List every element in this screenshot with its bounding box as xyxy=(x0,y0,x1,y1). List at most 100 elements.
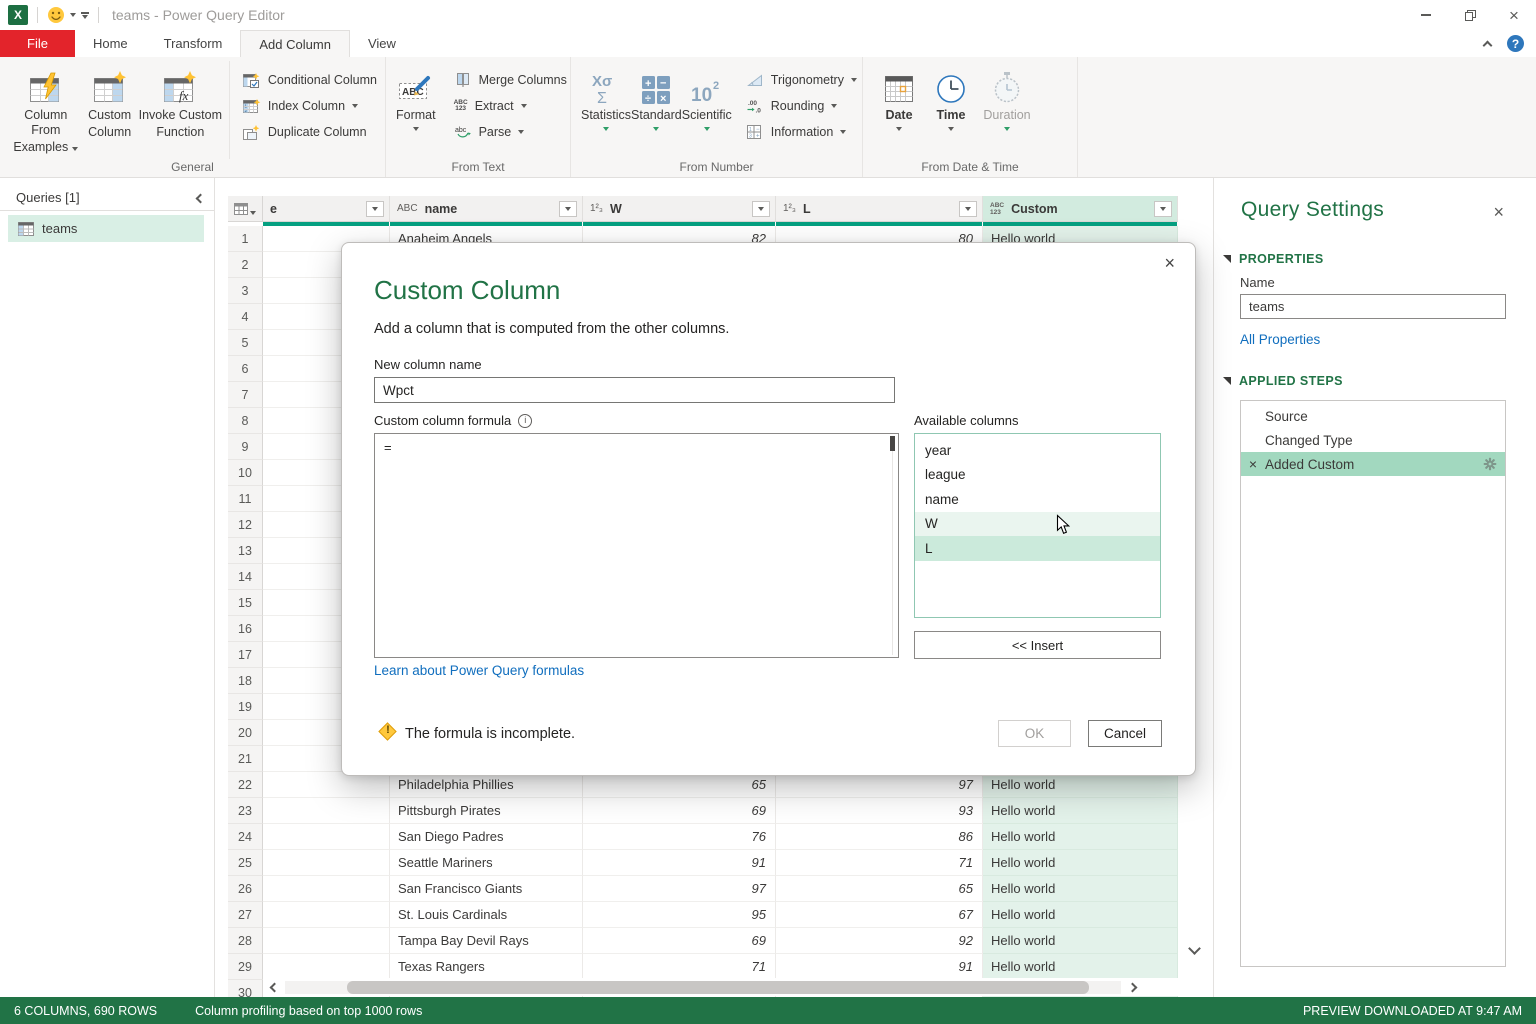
row-number[interactable]: 26 xyxy=(228,876,263,902)
collapse-pane-icon[interactable] xyxy=(197,190,204,205)
merge-columns-button[interactable]: Merge Columns xyxy=(450,67,571,93)
help-icon[interactable]: ? xyxy=(1507,35,1524,52)
cell-league[interactable] xyxy=(263,902,390,928)
information-button[interactable]: 1−3+ Information xyxy=(742,119,861,145)
new-column-name-input[interactable] xyxy=(374,377,895,403)
cell-name[interactable]: Seattle Mariners xyxy=(390,850,583,876)
tab-file[interactable]: File xyxy=(0,30,75,57)
row-number[interactable]: 22 xyxy=(228,772,263,798)
extract-button[interactable]: ABC123 Extract xyxy=(450,93,571,119)
minimize-button[interactable] xyxy=(1404,0,1448,30)
custom-column-button[interactable]: Custom Column xyxy=(82,61,138,159)
insert-button[interactable]: << Insert xyxy=(914,631,1161,659)
select-all-button[interactable] xyxy=(228,196,263,222)
all-properties-link[interactable]: All Properties xyxy=(1240,332,1320,347)
row-number[interactable]: 9 xyxy=(228,434,263,460)
row-number[interactable]: 25 xyxy=(228,850,263,876)
customize-quick-access-icon[interactable] xyxy=(81,12,89,19)
vertical-scroll-down-icon[interactable] xyxy=(1190,940,1199,958)
cell-custom[interactable]: Hello world xyxy=(983,798,1178,824)
cell-name[interactable]: St. Louis Cardinals xyxy=(390,902,583,928)
cell-w[interactable]: 69 xyxy=(583,798,776,824)
cell-l[interactable]: 86 xyxy=(776,824,983,850)
cell-w[interactable]: 91 xyxy=(583,850,776,876)
cancel-button[interactable]: Cancel xyxy=(1088,720,1162,747)
cell-league[interactable] xyxy=(263,928,390,954)
row-number[interactable]: 18 xyxy=(228,668,263,694)
row-number[interactable]: 14 xyxy=(228,564,263,590)
duplicate-column-button[interactable]: Duplicate Column xyxy=(238,119,381,145)
available-columns-list[interactable]: yearleaguenameWL xyxy=(914,433,1161,618)
row-number[interactable]: 13 xyxy=(228,538,263,564)
applied-step[interactable]: Source xyxy=(1241,404,1505,428)
cell-w[interactable]: 69 xyxy=(583,928,776,954)
parse-button[interactable]: abc Parse xyxy=(450,119,571,145)
restore-button[interactable] xyxy=(1448,0,1492,30)
row-number[interactable]: 20 xyxy=(228,720,263,746)
row-number[interactable]: 10 xyxy=(228,460,263,486)
smiley-dropdown-icon[interactable] xyxy=(70,13,76,17)
row-number[interactable]: 4 xyxy=(228,304,263,330)
row-number[interactable]: 8 xyxy=(228,408,263,434)
row-number[interactable]: 3 xyxy=(228,278,263,304)
formula-editor[interactable]: = xyxy=(374,433,899,658)
cell-league[interactable] xyxy=(263,954,390,980)
filter-button[interactable] xyxy=(559,201,577,217)
cell-w[interactable]: 97 xyxy=(583,876,776,902)
scroll-left-icon[interactable] xyxy=(263,984,285,991)
cell-l[interactable]: 93 xyxy=(776,798,983,824)
duration-button[interactable]: Duration xyxy=(977,61,1037,159)
date-button[interactable]: Date xyxy=(873,61,925,159)
cell-league[interactable] xyxy=(263,798,390,824)
tab-transform[interactable]: Transform xyxy=(146,30,241,57)
row-number[interactable]: 16 xyxy=(228,616,263,642)
ok-button[interactable]: OK xyxy=(998,720,1071,747)
scroll-thumb[interactable] xyxy=(347,981,1089,994)
row-number[interactable]: 1 xyxy=(228,226,263,252)
row-number[interactable]: 17 xyxy=(228,642,263,668)
editor-scroll-track[interactable] xyxy=(892,436,893,655)
index-column-button[interactable]: 12 Index Column xyxy=(238,93,381,119)
info-icon[interactable]: i xyxy=(518,414,532,428)
rounding-button[interactable]: .00.0 Rounding xyxy=(742,93,861,119)
row-number[interactable]: 27 xyxy=(228,902,263,928)
cell-name[interactable]: Tampa Bay Devil Rays xyxy=(390,928,583,954)
cell-w[interactable]: 95 xyxy=(583,902,776,928)
profiling-info[interactable]: Column profiling based on top 1000 rows xyxy=(195,1004,422,1018)
row-number[interactable]: 6 xyxy=(228,356,263,382)
row-number[interactable]: 15 xyxy=(228,590,263,616)
row-number[interactable]: 2 xyxy=(228,252,263,278)
scroll-right-icon[interactable] xyxy=(1121,984,1143,991)
time-button[interactable]: Time xyxy=(925,61,977,159)
cell-l[interactable]: 67 xyxy=(776,902,983,928)
cell-name[interactable]: San Francisco Giants xyxy=(390,876,583,902)
available-column-item[interactable]: year xyxy=(915,438,1160,463)
standard-button[interactable]: +−÷× Standard xyxy=(631,61,682,159)
filter-button[interactable] xyxy=(752,201,770,217)
delete-step-icon[interactable]: × xyxy=(1241,456,1265,472)
available-column-item[interactable]: name xyxy=(915,487,1160,512)
row-number[interactable]: 28 xyxy=(228,928,263,954)
column-header-w[interactable]: 1²₃ W xyxy=(583,196,776,222)
trigonometry-button[interactable]: Trigonometry xyxy=(742,67,861,93)
cell-custom[interactable]: Hello world xyxy=(983,824,1178,850)
applied-step[interactable]: Changed Type xyxy=(1241,428,1505,452)
tab-home[interactable]: Home xyxy=(75,30,146,57)
row-number[interactable]: 19 xyxy=(228,694,263,720)
applied-step[interactable]: ×Added Custom xyxy=(1241,452,1505,476)
cell-w[interactable]: 71 xyxy=(583,954,776,980)
available-column-item[interactable]: league xyxy=(915,463,1160,488)
cell-custom[interactable]: Hello world xyxy=(983,902,1178,928)
smiley-feedback-icon[interactable] xyxy=(47,6,65,24)
cell-custom[interactable]: Hello world xyxy=(983,954,1178,980)
filter-button[interactable] xyxy=(366,201,384,217)
row-number[interactable]: 30 xyxy=(228,980,263,997)
collapse-ribbon-icon[interactable] xyxy=(1483,41,1493,51)
column-from-examples-button[interactable]: Column From Examples xyxy=(10,61,82,159)
tab-add-column[interactable]: Add Column xyxy=(240,30,350,57)
cell-l[interactable]: 92 xyxy=(776,928,983,954)
excel-app-icon[interactable]: X xyxy=(8,5,28,25)
gear-icon[interactable] xyxy=(1483,457,1497,471)
row-number[interactable]: 5 xyxy=(228,330,263,356)
conditional-column-button[interactable]: Conditional Column xyxy=(238,67,381,93)
